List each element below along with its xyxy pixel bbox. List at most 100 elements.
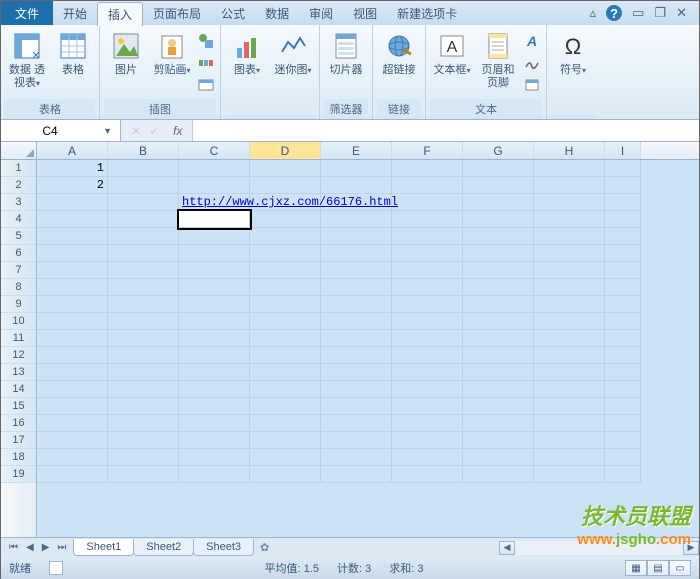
cell-G9[interactable]	[463, 296, 534, 313]
cell-H6[interactable]	[534, 245, 605, 262]
cell-A11[interactable]	[37, 330, 108, 347]
cell-I10[interactable]	[605, 313, 641, 330]
cell-D13[interactable]	[250, 364, 321, 381]
cell-E10[interactable]	[321, 313, 392, 330]
column-header-E[interactable]: E	[321, 142, 392, 159]
cell-B17[interactable]	[108, 432, 179, 449]
shapes-icon[interactable]	[196, 31, 216, 51]
cell-H10[interactable]	[534, 313, 605, 330]
row-header-12[interactable]: 12	[1, 347, 36, 364]
cell-H8[interactable]	[534, 279, 605, 296]
cell-E18[interactable]	[321, 449, 392, 466]
scroll-right-icon[interactable]: ▶	[683, 541, 699, 555]
cell-F6[interactable]	[392, 245, 463, 262]
cell-H16[interactable]	[534, 415, 605, 432]
cell-B8[interactable]	[108, 279, 179, 296]
cell-B9[interactable]	[108, 296, 179, 313]
cell-I3[interactable]	[605, 194, 641, 211]
cell-H18[interactable]	[534, 449, 605, 466]
cell-B5[interactable]	[108, 228, 179, 245]
fx-icon[interactable]: fx	[173, 124, 182, 138]
menu-view[interactable]: 视图	[343, 1, 387, 25]
cell-E7[interactable]	[321, 262, 392, 279]
picture-button[interactable]: 图片	[104, 27, 148, 80]
cell-C18[interactable]	[179, 449, 250, 466]
pivot-table-button[interactable]: 数据 透视表▾	[5, 27, 49, 93]
cell-D18[interactable]	[250, 449, 321, 466]
column-header-F[interactable]: F	[392, 142, 463, 159]
cell-B1[interactable]	[108, 160, 179, 177]
cell-F17[interactable]	[392, 432, 463, 449]
cell-E12[interactable]	[321, 347, 392, 364]
cell-C11[interactable]	[179, 330, 250, 347]
cell-A9[interactable]	[37, 296, 108, 313]
menu-file[interactable]: 文件	[1, 1, 53, 25]
sheet-nav-next-icon[interactable]: ▶	[38, 542, 54, 553]
window-minimize-icon[interactable]: ▭	[632, 5, 644, 21]
cell-G14[interactable]	[463, 381, 534, 398]
formula-cancel-icon[interactable]: ✕	[131, 124, 141, 138]
cell-B3[interactable]	[108, 194, 179, 211]
cell-D6[interactable]	[250, 245, 321, 262]
cell-I9[interactable]	[605, 296, 641, 313]
cell-G16[interactable]	[463, 415, 534, 432]
menu-review[interactable]: 审阅	[299, 1, 343, 25]
cell-D19[interactable]	[250, 466, 321, 483]
cell-B13[interactable]	[108, 364, 179, 381]
window-close-icon[interactable]: ✕	[676, 5, 687, 21]
row-header-4[interactable]: 4	[1, 211, 36, 228]
name-box[interactable]: C4 ▼	[1, 120, 121, 141]
cell-A4[interactable]	[37, 211, 108, 228]
cell-F2[interactable]	[392, 177, 463, 194]
cell-E6[interactable]	[321, 245, 392, 262]
cell-H2[interactable]	[534, 177, 605, 194]
view-normal-icon[interactable]: ▦	[625, 560, 647, 576]
cell-I5[interactable]	[605, 228, 641, 245]
symbol-button[interactable]: Ω 符号▾	[551, 27, 595, 80]
cell-H15[interactable]	[534, 398, 605, 415]
row-header-1[interactable]: 1	[1, 160, 36, 177]
column-header-B[interactable]: B	[108, 142, 179, 159]
signature-icon[interactable]	[522, 53, 542, 73]
cell-C8[interactable]	[179, 279, 250, 296]
new-sheet-icon[interactable]: ✿	[254, 541, 275, 554]
cell-A16[interactable]	[37, 415, 108, 432]
cell-E13[interactable]	[321, 364, 392, 381]
cell-I7[interactable]	[605, 262, 641, 279]
cell-B10[interactable]	[108, 313, 179, 330]
cell-C5[interactable]	[179, 228, 250, 245]
sheet-tab-3[interactable]: Sheet3	[193, 539, 254, 556]
column-header-D[interactable]: D	[250, 142, 321, 159]
row-header-7[interactable]: 7	[1, 262, 36, 279]
cell-G11[interactable]	[463, 330, 534, 347]
cell-F19[interactable]	[392, 466, 463, 483]
cell-I1[interactable]	[605, 160, 641, 177]
cell-A6[interactable]	[37, 245, 108, 262]
wordart-icon[interactable]: A	[522, 31, 542, 51]
cell-F5[interactable]	[392, 228, 463, 245]
cell-I2[interactable]	[605, 177, 641, 194]
smartart-icon[interactable]	[196, 53, 216, 73]
cell-F12[interactable]	[392, 347, 463, 364]
header-footer-button[interactable]: 页眉和页脚	[476, 27, 520, 93]
cell-F9[interactable]	[392, 296, 463, 313]
cell-H5[interactable]	[534, 228, 605, 245]
menu-pagelayout[interactable]: 页面布局	[143, 1, 211, 25]
cell-H3[interactable]	[534, 194, 605, 211]
cell-D16[interactable]	[250, 415, 321, 432]
cell-E2[interactable]	[321, 177, 392, 194]
clipart-button[interactable]: 剪贴画▾	[150, 27, 194, 80]
cell-F1[interactable]	[392, 160, 463, 177]
row-header-6[interactable]: 6	[1, 245, 36, 262]
cell-A7[interactable]	[37, 262, 108, 279]
cell-I18[interactable]	[605, 449, 641, 466]
cell-H19[interactable]	[534, 466, 605, 483]
cell-D12[interactable]	[250, 347, 321, 364]
cell-F4[interactable]	[392, 211, 463, 228]
cell-G2[interactable]	[463, 177, 534, 194]
cell-E19[interactable]	[321, 466, 392, 483]
cell-E1[interactable]	[321, 160, 392, 177]
cell-I6[interactable]	[605, 245, 641, 262]
sparkline-button[interactable]: 迷你图▾	[271, 27, 315, 80]
cell-F15[interactable]	[392, 398, 463, 415]
